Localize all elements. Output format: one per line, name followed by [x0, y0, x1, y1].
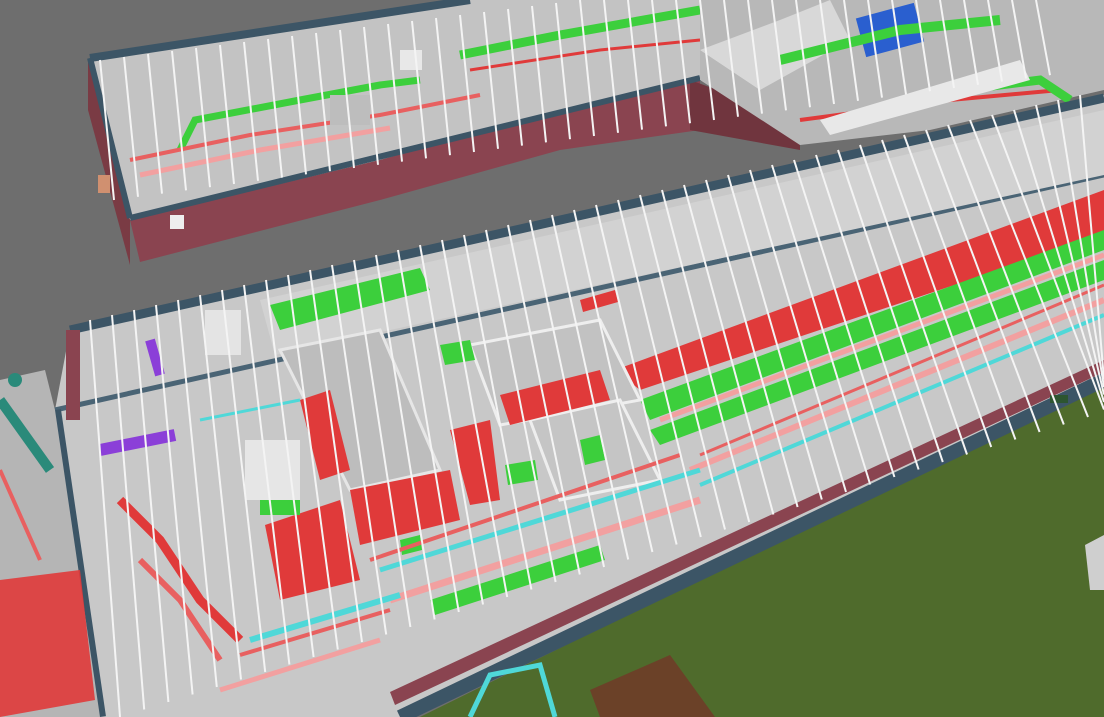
bim-3d-viewport[interactable] — [0, 0, 1104, 717]
model-canvas[interactable] — [0, 0, 1104, 717]
